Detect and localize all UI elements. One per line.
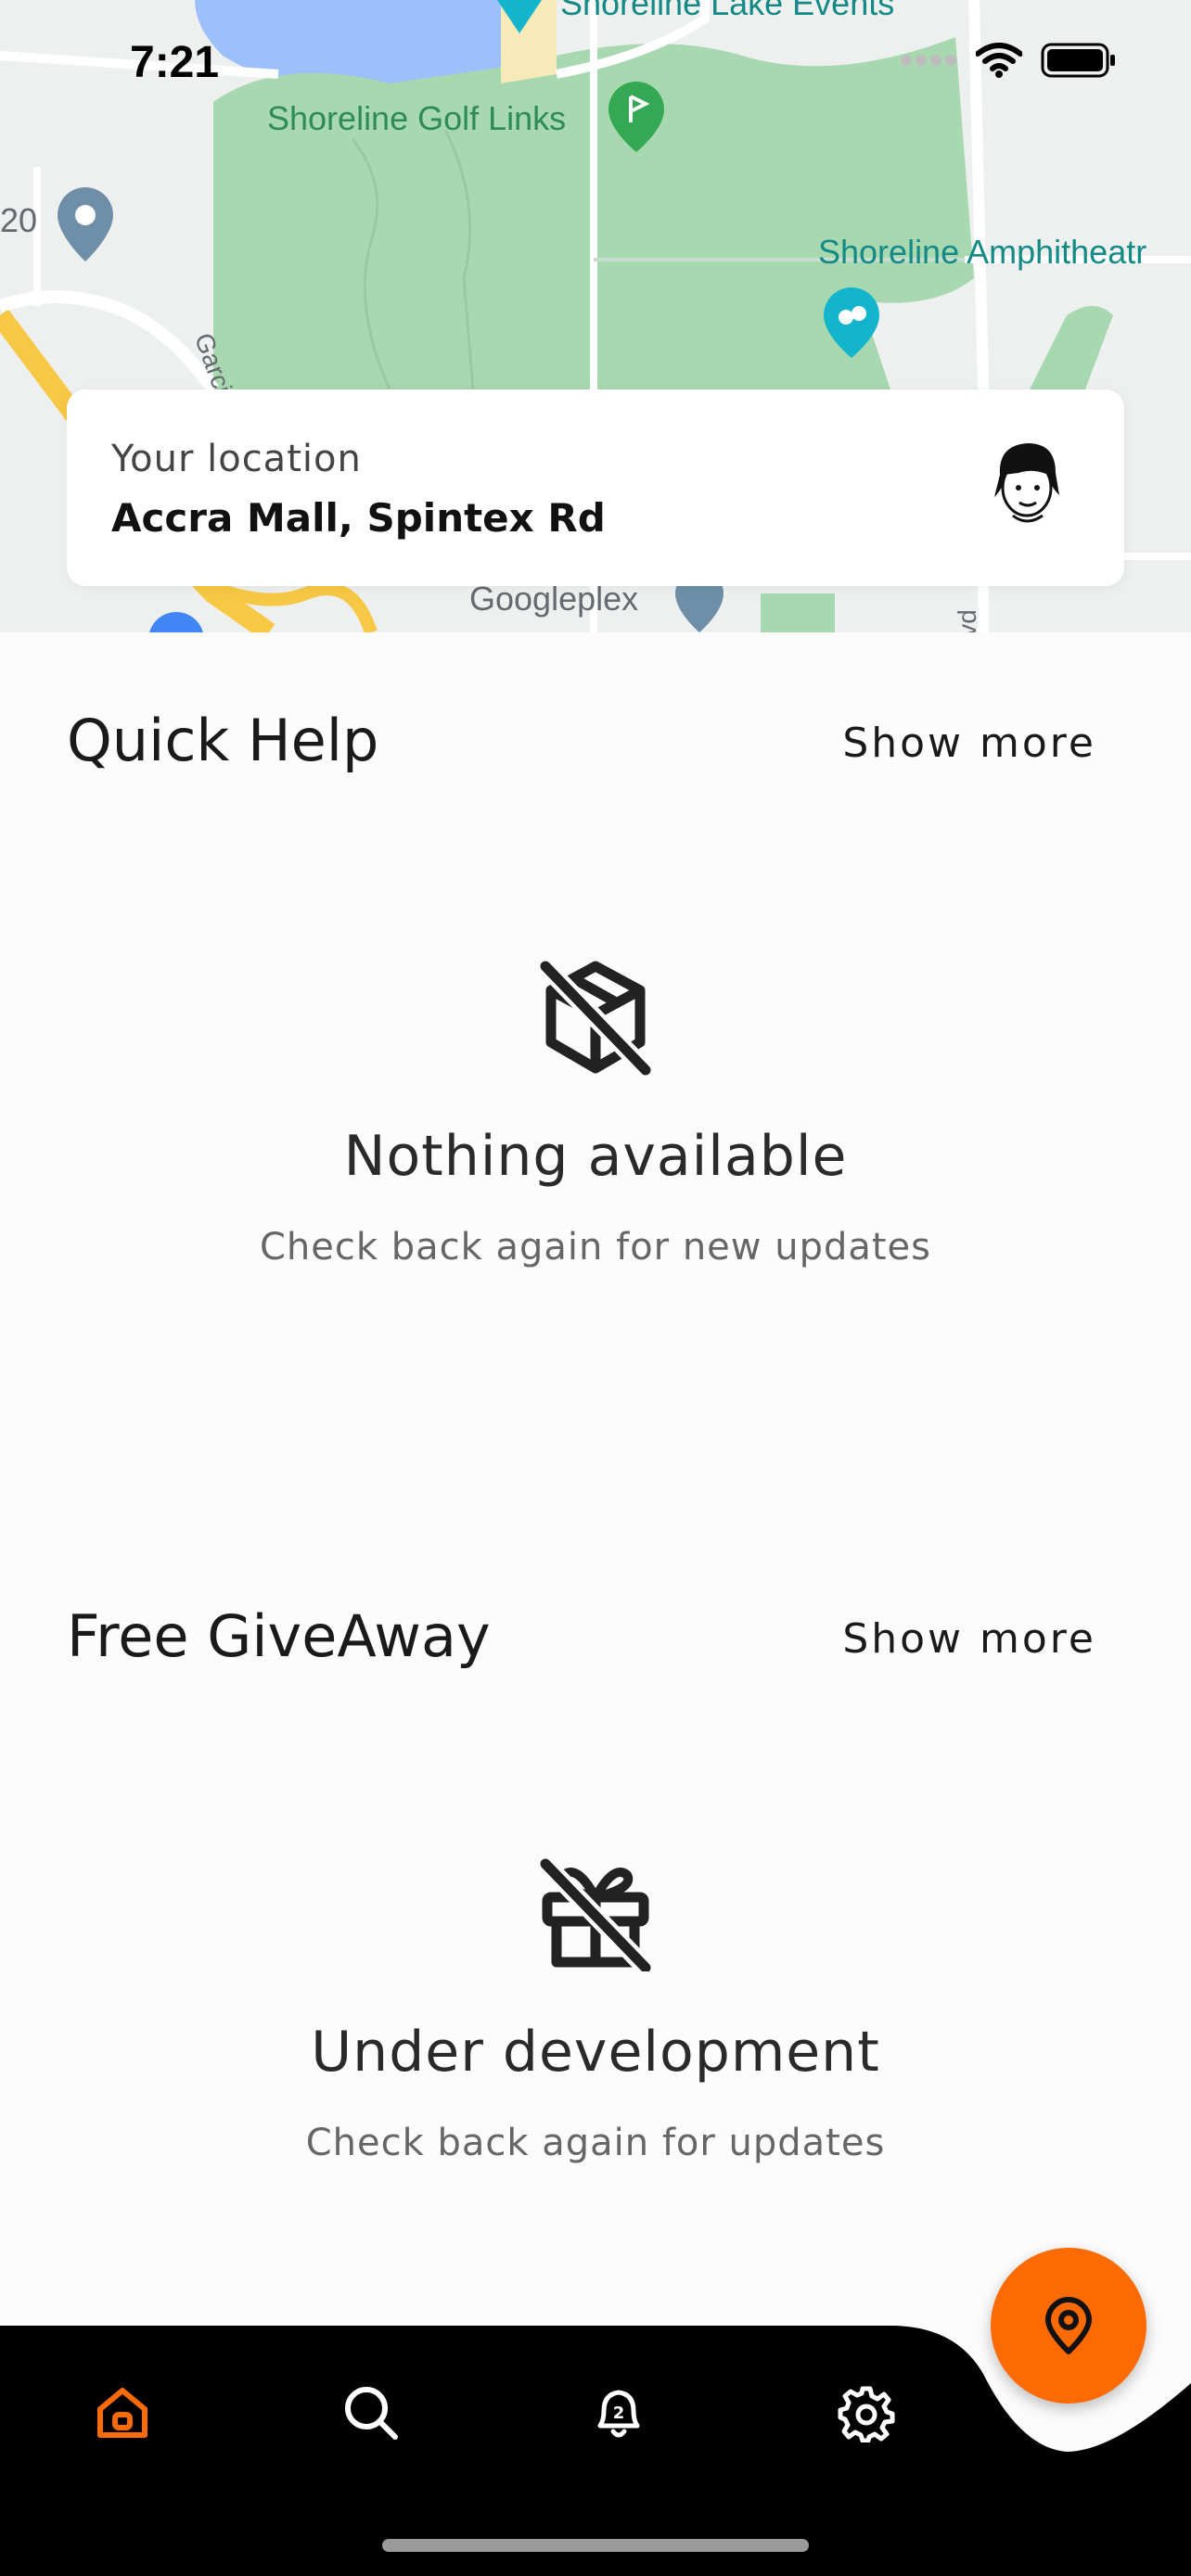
location-label: Your location [111,438,362,480]
battery-icon [1041,43,1115,78]
location-value: Accra Mall, Spintex Rd [111,495,606,541]
gift-off-icon [540,1857,651,1971]
nav-home[interactable] [85,2376,160,2450]
settings-icon [838,2386,895,2442]
quick-help-empty-subtitle: Check back again for new updates [259,1226,931,1269]
nav-settings[interactable] [829,2376,903,2450]
home-icon [97,2388,147,2438]
status-icons [900,43,1117,78]
giveaway-empty-subtitle: Check back again for updates [305,2122,886,2164]
location-pin-icon [1045,2297,1092,2354]
wifi-icon [976,43,1022,78]
home-indicator [382,2539,809,2552]
nav-search[interactable] [334,2376,408,2450]
map-label-number: 20 [0,201,38,239]
location-card[interactable]: Your location Accra Mall, Spintex Rd [67,389,1124,586]
quick-help-title: Quick Help [67,707,379,774]
avatar[interactable] [985,438,1069,530]
location-fab-button[interactable] [991,2248,1146,2404]
map-label-amphitheatre: Shoreline Amphitheatr [818,233,1147,271]
nav-notifications[interactable]: 2 [582,2376,656,2450]
map-label-googleplex: Googleplex [469,580,639,618]
map-label-road: vd [952,609,981,632]
giveaway-show-more[interactable]: Show more [842,1615,1096,1663]
search-icon [345,2387,398,2440]
giveaway-empty-title: Under development [311,2020,880,2085]
map-label-golf-links: Shoreline Golf Links [267,99,567,137]
quick-help-empty-title: Nothing available [343,1124,848,1189]
status-time: 7:21 [130,38,220,87]
signal-icon [901,55,956,66]
package-off-icon [540,961,651,1076]
notification-icon: 2 [597,2390,640,2438]
quick-help-show-more[interactable]: Show more [842,720,1096,767]
svg-text:2: 2 [613,2404,625,2423]
map-label-shoreline-lake: Shoreline Lake Events [560,0,895,22]
giveaway-title: Free GiveAway [67,1602,491,1670]
